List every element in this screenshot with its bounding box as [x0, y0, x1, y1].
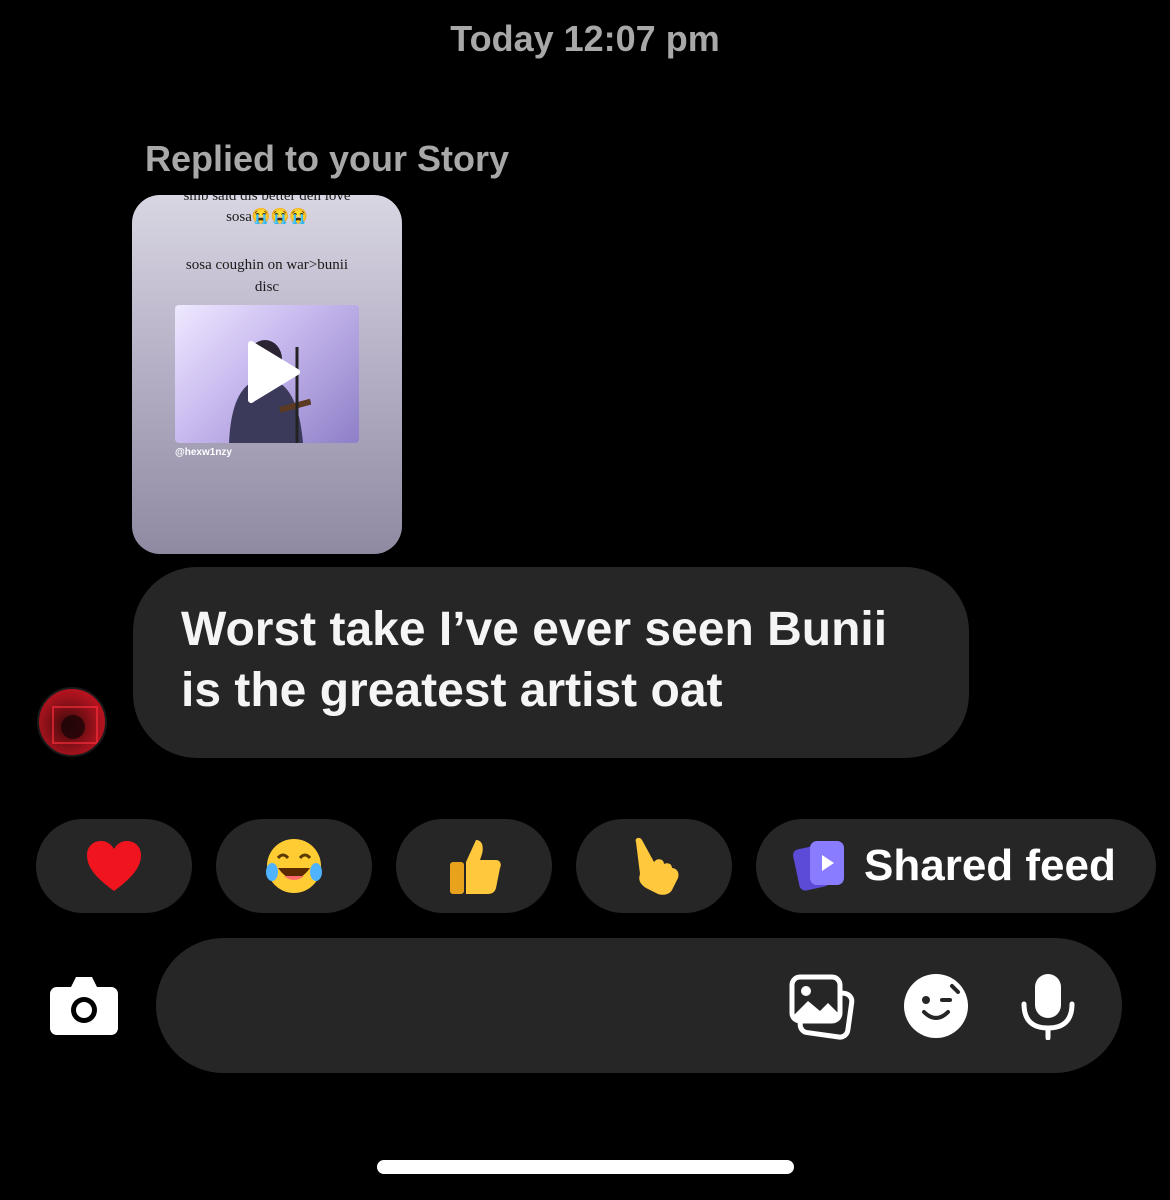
camera-icon: [50, 977, 118, 1035]
sticker-icon: [904, 974, 968, 1038]
pointing-hand-icon: [635, 837, 679, 895]
story-video-thumbnail[interactable]: [175, 305, 359, 443]
gallery-button[interactable]: [788, 973, 856, 1041]
message-composer[interactable]: [156, 938, 1122, 1073]
quick-reaction-thumbs-up[interactable]: [396, 819, 552, 913]
story-reply-label: Replied to your Story: [145, 138, 510, 179]
story-preview-card[interactable]: smb said dis better den love sosa😭😭😭 sos…: [132, 195, 402, 554]
story-caption-line: disc: [254, 279, 280, 295]
gallery-icon: [789, 974, 855, 1040]
home-indicator[interactable]: [377, 1160, 794, 1174]
story-caption-line: sosa😭😭😭: [226, 209, 308, 225]
message-text-line: is the greatest artist oat: [181, 664, 723, 717]
story-caption-line: sosa coughin on war>bunii: [185, 257, 349, 273]
story-author-handle: @hexw1nzy: [175, 447, 232, 458]
quick-reaction-laugh[interactable]: [216, 819, 372, 913]
play-icon[interactable]: [243, 340, 303, 404]
received-message-bubble[interactable]: Worst take I’ve ever seen Bunii is the g…: [133, 567, 969, 758]
message-timestamp: Today 12:07 pm: [450, 18, 720, 59]
heart-icon: [87, 841, 141, 891]
avatar-image: [52, 706, 98, 744]
message-input[interactable]: [196, 978, 776, 1033]
shared-feed-label: Shared feed: [864, 841, 1116, 890]
quick-reaction-point[interactable]: [576, 819, 732, 913]
thumbs-up-icon: [450, 840, 501, 894]
laughing-tears-icon: [266, 839, 322, 893]
quick-reaction-heart[interactable]: [36, 819, 192, 913]
shared-feed-icon: [793, 841, 844, 891]
message-text-line: Worst take I’ve ever seen Bunii: [181, 603, 888, 656]
camera-button[interactable]: [49, 973, 119, 1037]
dm-thread-screen: Today 12:07 pm Replied to your Story smb…: [0, 0, 1170, 1200]
shared-feed-button[interactable]: Shared feed: [756, 819, 1156, 913]
microphone-icon: [1021, 974, 1075, 1041]
sticker-button[interactable]: [902, 972, 970, 1040]
microphone-button[interactable]: [1018, 972, 1078, 1041]
story-caption-line: smb said dis better den love: [183, 195, 351, 204]
sender-avatar[interactable]: [37, 687, 107, 757]
